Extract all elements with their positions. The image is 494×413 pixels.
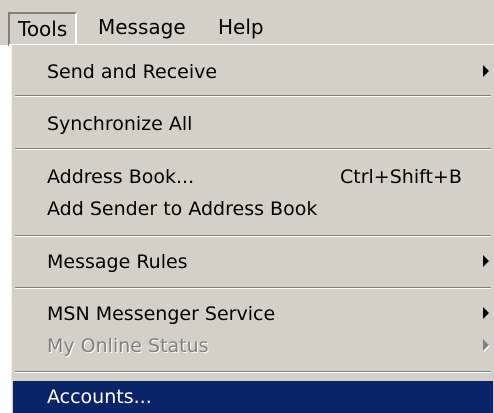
submenu-arrow-icon [483,307,489,319]
menu-item-synchronize-all[interactable]: Synchronize All [13,108,493,140]
menu-item-label: MSN Messenger Service [47,303,276,325]
menu-bar: Tools Message Help [0,0,494,46]
app-window: Tools Message Help Send and Receive Sync… [0,0,494,413]
menu-item-send-and-receive[interactable]: Send and Receive [13,56,493,88]
menu-item-msn-messenger-service[interactable]: MSN Messenger Service [13,298,493,330]
menu-item-add-sender-to-address-book[interactable]: Add Sender to Address Book [13,193,493,225]
menu-item-shortcut: Ctrl+Shift+B [340,166,462,188]
menu-item-my-online-status: My Online Status [13,330,493,362]
menu-item-label: Message Rules [47,251,188,273]
menu-item-label: Add Sender to Address Book [47,198,318,220]
menu-separator [15,95,491,97]
menu-separator [15,371,491,373]
menu-separator [15,235,491,237]
menu-item-accounts[interactable]: Accounts... [13,381,493,413]
menu-item-address-book[interactable]: Address Book... Ctrl+Shift+B [13,161,493,193]
tools-dropdown-menu: Send and Receive Synchronize All Address… [9,44,494,413]
menu-tools[interactable]: Tools [8,12,78,46]
menu-item-message-rules[interactable]: Message Rules [13,246,493,278]
menu-item-label: Accounts... [47,386,152,408]
menu-separator [15,148,491,150]
menu-item-label: My Online Status [47,335,209,357]
menu-help[interactable]: Help [210,12,272,42]
menu-separator [15,287,491,289]
submenu-arrow-icon [483,339,489,351]
submenu-arrow-icon [483,65,489,77]
submenu-arrow-icon [483,255,489,267]
menu-message[interactable]: Message [90,12,194,42]
menu-item-label: Synchronize All [47,113,193,135]
menu-item-label: Send and Receive [47,61,218,83]
menu-item-label: Address Book... [47,166,195,188]
